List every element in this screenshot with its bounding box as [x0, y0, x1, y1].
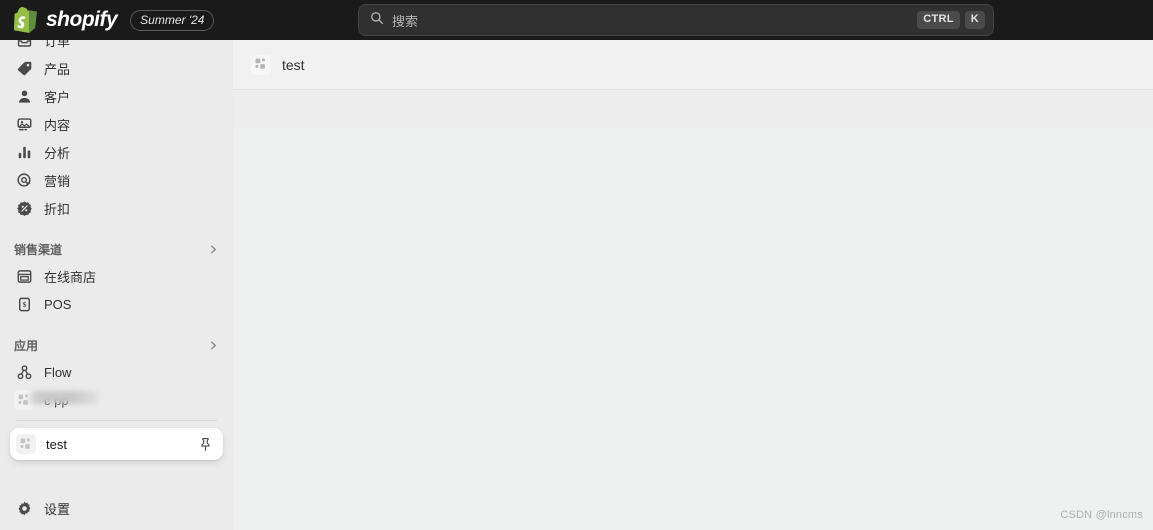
pin-icon[interactable] — [195, 434, 215, 454]
top-bar: shopify Summer '24 搜索 CTRL K — [0, 0, 1153, 40]
sidebar-item-label: 设置 — [44, 501, 71, 517]
sidebar-item-label: 分析 — [44, 145, 71, 161]
sidebar: 订单 产品 客户 内容 分析 营销 折扣 销售渠道 在线商店 $ POS 应用 … — [0, 40, 233, 530]
search-shortcut-group: CTRL K — [917, 11, 985, 29]
shopify-bag-icon — [14, 7, 37, 33]
sidebar-item-products[interactable]: 产品 — [8, 54, 225, 82]
product-tag-icon — [14, 58, 34, 78]
app-embed-band — [233, 91, 1153, 128]
section-header-sales-channels[interactable]: 销售渠道 — [8, 236, 225, 262]
app-placeholder-icon — [16, 434, 36, 454]
chevron-right-icon[interactable] — [208, 340, 219, 351]
sidebar-item-marketing[interactable]: 营销 — [8, 166, 225, 194]
sidebar-item-label: Flow — [44, 364, 72, 380]
sidebar-item-label: 营销 — [44, 173, 71, 189]
marketing-target-icon — [14, 170, 34, 190]
gear-icon — [14, 498, 34, 518]
sidebar-item-label: 内容 — [44, 117, 71, 133]
brand-logo[interactable]: shopify Summer '24 — [0, 7, 215, 33]
app-embed-frame — [233, 91, 1153, 530]
app-page-header: test — [233, 40, 1153, 90]
sidebar-item-label: test — [46, 436, 67, 452]
sidebar-item-label: POS — [44, 296, 72, 312]
search-input[interactable]: 搜索 — [384, 11, 917, 30]
shopify-admin-window: shopify Summer '24 搜索 CTRL K 订单 产品 客户 内容… — [0, 0, 1153, 530]
sidebar-item-pos[interactable]: $ POS — [8, 290, 225, 318]
pos-icon: $ — [14, 294, 34, 314]
sidebar-item-orders[interactable]: 订单 — [8, 40, 225, 54]
shortcut-key-k: K — [964, 11, 985, 29]
discount-badge-icon — [14, 198, 34, 218]
section-header-apps[interactable]: 应用 — [8, 332, 225, 358]
sidebar-item-redacted-app[interactable]: c pp — [8, 386, 225, 414]
shortcut-key-ctrl: CTRL — [917, 11, 960, 29]
customer-person-icon — [14, 86, 34, 106]
section-title: 销售渠道 — [14, 242, 63, 257]
sidebar-item-customers[interactable]: 客户 — [8, 82, 225, 110]
global-search-bar[interactable]: 搜索 CTRL K — [358, 4, 994, 36]
sidebar-item-label: 订单 — [44, 40, 71, 49]
sidebar-item-discounts[interactable]: 折扣 — [8, 194, 225, 222]
flow-icon — [14, 362, 34, 382]
sidebar-item-label: 在线商店 — [44, 269, 97, 285]
sidebar-item-label: 客户 — [44, 89, 71, 105]
settings-row: 设置 — [0, 494, 233, 522]
sidebar-item-flow[interactable]: Flow — [8, 358, 225, 386]
sidebar-item-label: 折扣 — [44, 201, 71, 217]
main-content: test CSDN @lnncms — [233, 40, 1153, 530]
page-title: test — [282, 56, 305, 73]
sidebar-item-content[interactable]: 内容 — [8, 110, 225, 138]
sidebar-item-label: c pp — [44, 392, 69, 408]
brand-wordmark: shopify — [46, 8, 118, 31]
section-title: 应用 — [14, 338, 39, 353]
svg-text:$: $ — [22, 301, 26, 309]
watermark: CSDN @lnncms — [1060, 509, 1143, 521]
sidebar-item-label: 产品 — [44, 61, 71, 77]
sidebar-scroll-region: 订单 产品 客户 内容 分析 营销 折扣 销售渠道 在线商店 $ POS 应用 … — [0, 40, 233, 460]
sidebar-item-settings[interactable]: 设置 — [8, 494, 225, 522]
analytics-bars-icon — [14, 142, 34, 162]
sidebar-item-online-store[interactable]: 在线商店 — [8, 262, 225, 290]
app-placeholder-icon — [251, 54, 271, 75]
season-badge[interactable]: Summer '24 — [130, 9, 215, 31]
sidebar-item-analytics[interactable]: 分析 — [8, 138, 225, 166]
sidebar-item-test-dragging[interactable]: test — [10, 428, 223, 460]
online-store-icon — [14, 266, 34, 286]
chevron-right-icon[interactable] — [208, 244, 219, 255]
drag-drop-divider — [16, 420, 217, 421]
content-image-icon — [14, 114, 34, 134]
app-placeholder-icon — [14, 390, 34, 410]
search-icon — [370, 11, 384, 30]
orders-inbox-icon — [14, 40, 34, 50]
